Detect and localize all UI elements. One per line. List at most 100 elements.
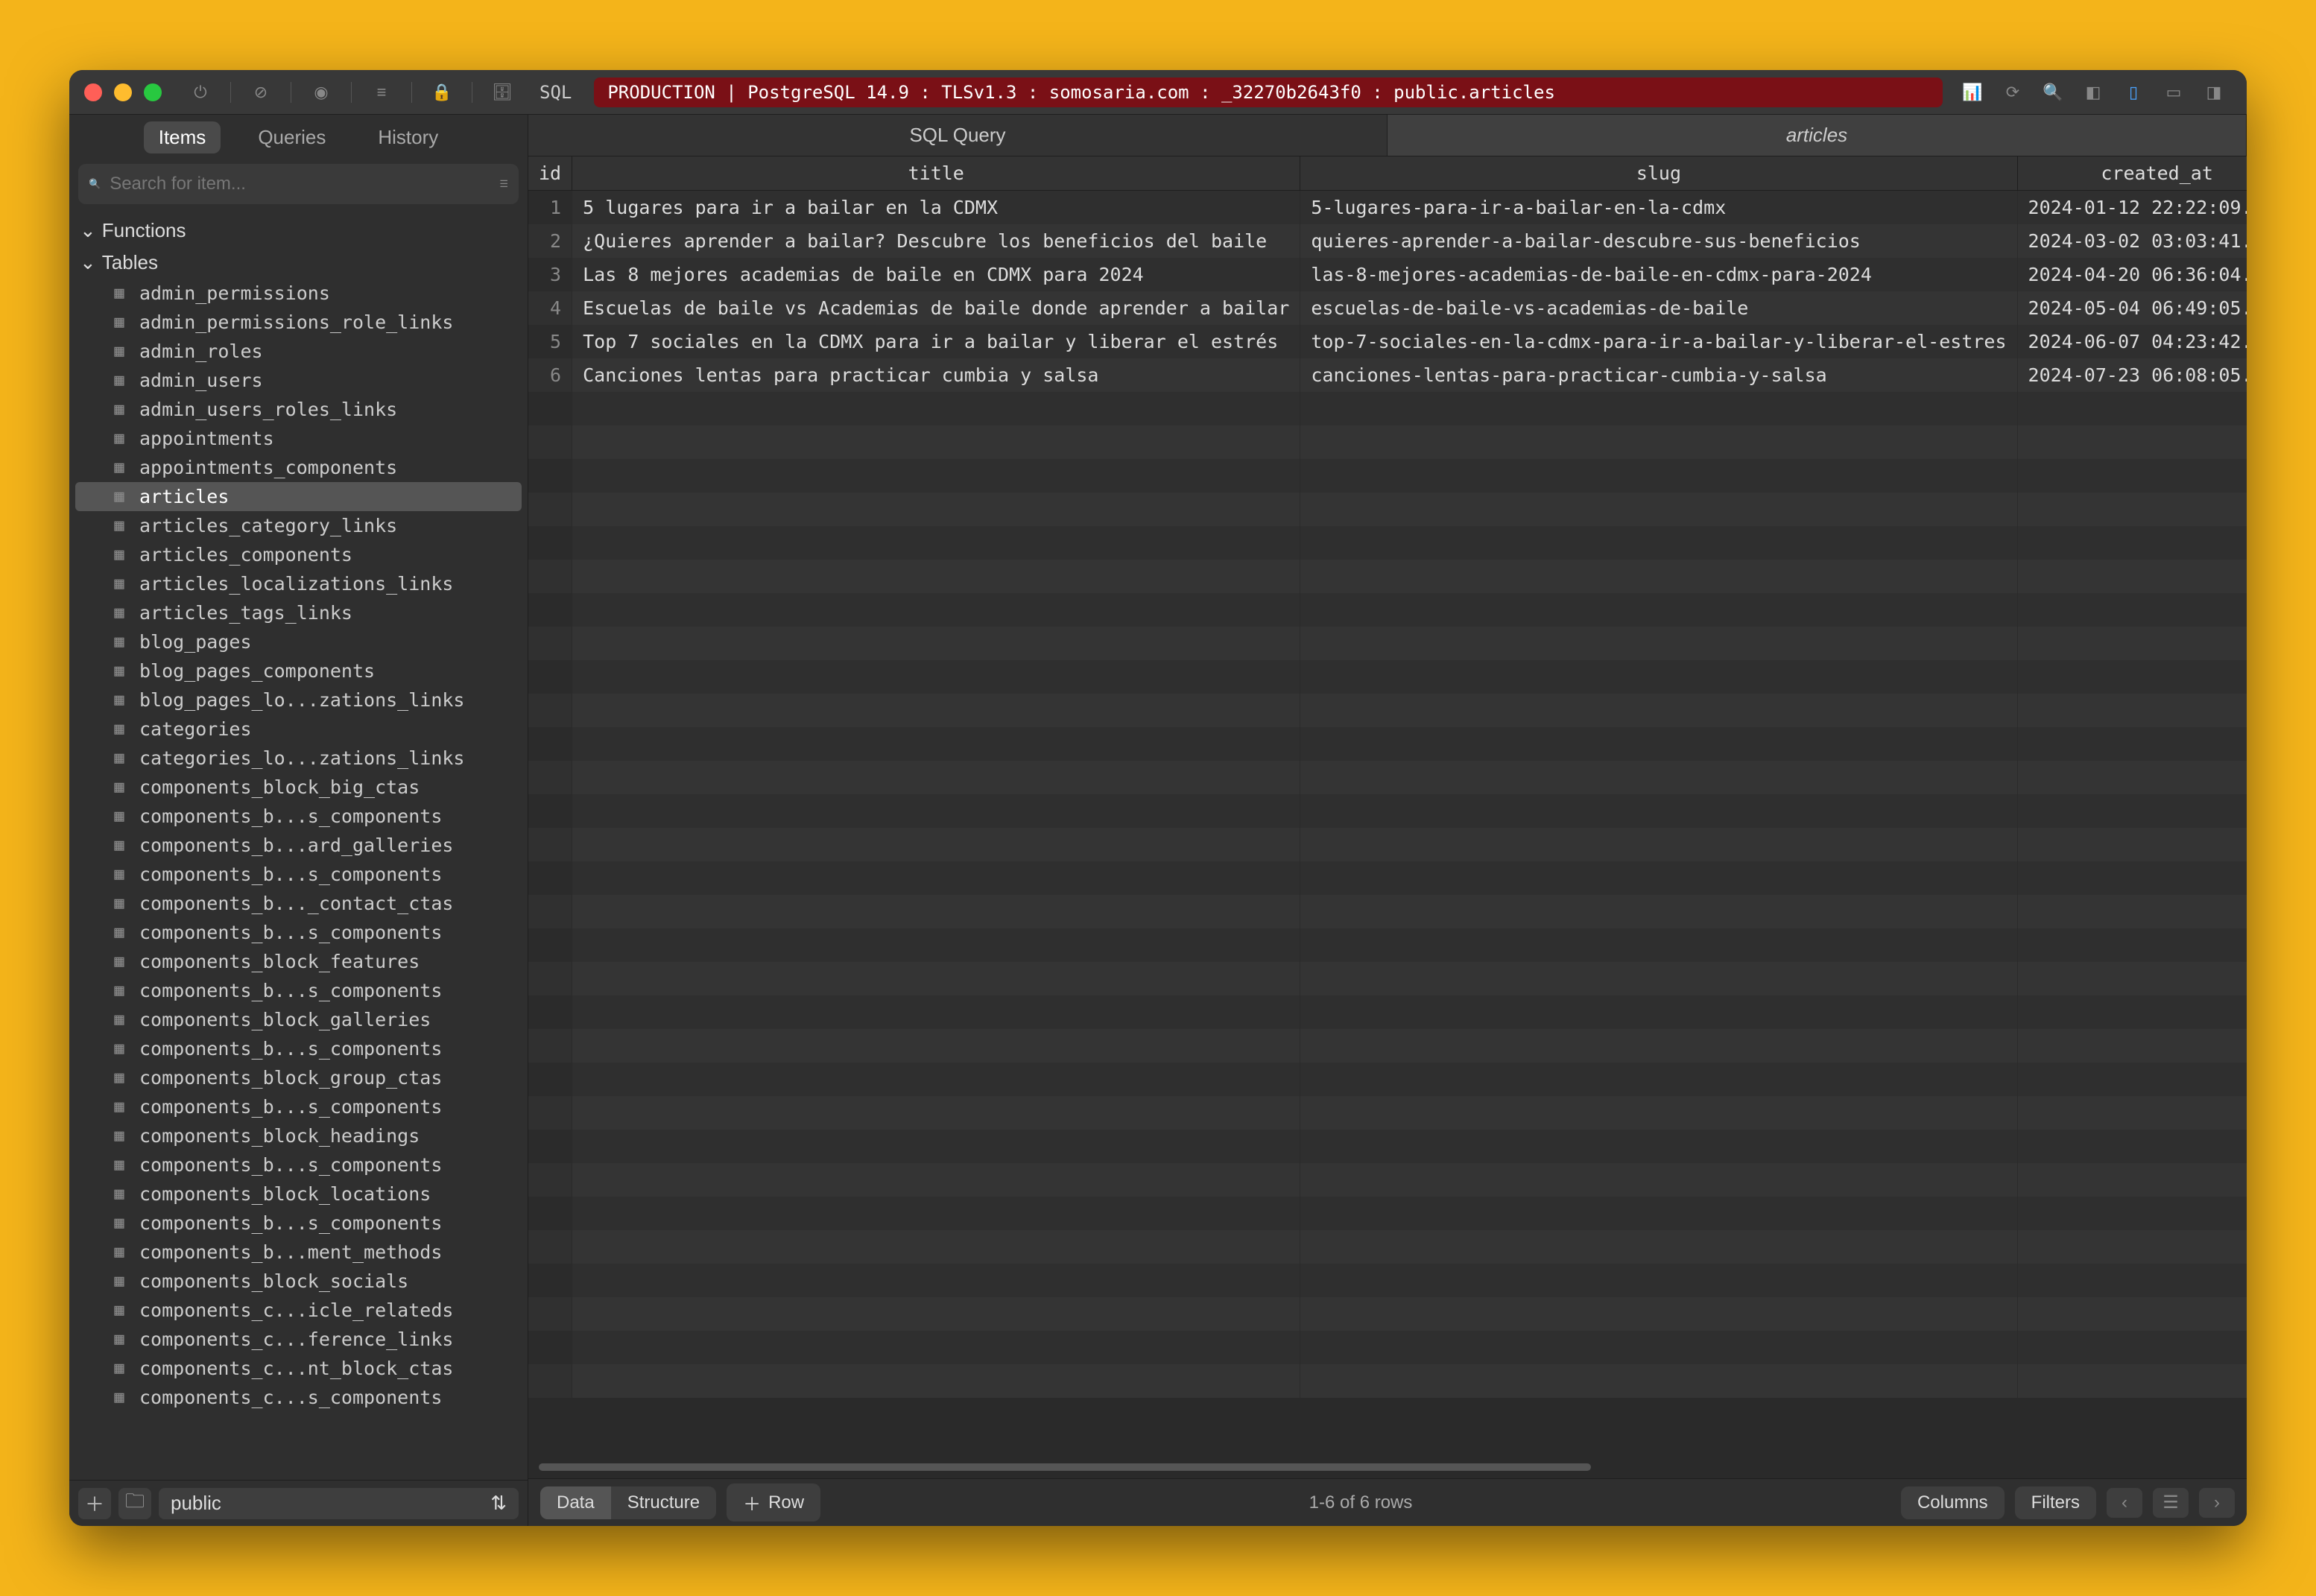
tree-section-tables[interactable]: ⌄ Tables <box>69 247 528 279</box>
refresh-icon[interactable]: ⟳ <box>1995 79 2031 106</box>
table-item[interactable]: ▦components_c...ference_links <box>69 1325 528 1354</box>
table-item[interactable]: ▦categories_lo...zations_links <box>69 744 528 773</box>
table-item[interactable]: ▦components_c...s_components <box>69 1383 528 1412</box>
cancel-icon[interactable]: ⊘ <box>243 79 279 106</box>
sql-badge[interactable]: SQL <box>529 79 582 106</box>
data-grid[interactable]: idtitleslugcreated_at 15 lugares para ir… <box>528 156 2247 1460</box>
column-header-created_at[interactable]: created_at <box>2017 156 2247 191</box>
column-header-id[interactable]: id <box>528 156 572 191</box>
add-row-button[interactable]: ＋ Row <box>727 1483 820 1521</box>
table-item[interactable]: ▦appointments <box>69 424 528 453</box>
table-item[interactable]: ▦components_b...s_components <box>69 918 528 947</box>
table-item[interactable]: ▦components_c...nt_block_ctas <box>69 1354 528 1383</box>
folder-icon[interactable]: 🗀 <box>118 1488 151 1519</box>
connection-banner[interactable]: PRODUCTION | PostgreSQL 14.9 : TLSv1.3 :… <box>594 77 1943 107</box>
cell-title[interactable]: Canciones lentas para practicar cumbia y… <box>572 358 1300 392</box>
table-item[interactable]: ▦components_b...ment_methods <box>69 1238 528 1267</box>
cell-created-at[interactable]: 2024-03-02 03:03:41.074 <box>2017 224 2247 258</box>
next-page-button[interactable]: › <box>2199 1488 2235 1518</box>
table-row[interactable]: 15 lugares para ir a bailar en la CDMX5-… <box>528 191 2247 225</box>
table-item[interactable]: ▦components_b...s_components <box>69 1209 528 1238</box>
cell-created-at[interactable]: 2024-04-20 06:36:04.602 <box>2017 258 2247 291</box>
table-item[interactable]: ▦components_b...ard_galleries <box>69 831 528 860</box>
search-input[interactable] <box>110 174 490 194</box>
cell-title[interactable]: Top 7 sociales en la CDMX para ir a bail… <box>572 325 1300 358</box>
sidebar-tab-items[interactable]: Items <box>144 121 221 153</box>
table-item[interactable]: ▦articles <box>75 482 522 511</box>
prev-page-button[interactable]: ‹ <box>2107 1488 2142 1518</box>
table-item[interactable]: ▦components_c...icle_relateds <box>69 1296 528 1325</box>
table-item[interactable]: ▦components_b...s_components <box>69 1150 528 1179</box>
cell-created-at[interactable]: 2024-01-12 22:22:09.746 <box>2017 191 2247 225</box>
panel-right-icon[interactable]: ◨ <box>2196 79 2232 106</box>
table-item[interactable]: ▦appointments_components <box>69 453 528 482</box>
table-item[interactable]: ▦admin_permissions <box>69 279 528 308</box>
table-item[interactable]: ▦components_b...s_components <box>69 802 528 831</box>
table-row[interactable]: 2¿Quieres aprender a bailar? Descubre lo… <box>528 224 2247 258</box>
table-item[interactable]: ▦admin_roles <box>69 337 528 366</box>
minimize-window-button[interactable] <box>114 83 132 101</box>
content-tab[interactable]: SQL Query <box>528 115 1388 156</box>
filters-button[interactable]: Filters <box>2015 1486 2096 1519</box>
page-settings-button[interactable]: ☰ <box>2153 1488 2189 1518</box>
table-item[interactable]: ▦blog_pages_components <box>69 656 528 685</box>
column-header-title[interactable]: title <box>572 156 1300 191</box>
table-item[interactable]: ▦categories <box>69 715 528 744</box>
content-tab[interactable]: articles <box>1388 115 2247 156</box>
sidebar-tab-queries[interactable]: Queries <box>243 121 341 153</box>
power-icon[interactable]: ⏻ <box>183 79 218 106</box>
table-row[interactable]: 6Canciones lentas para practicar cumbia … <box>528 358 2247 392</box>
table-item[interactable]: ▦components_b...s_components <box>69 1092 528 1121</box>
table-item[interactable]: ▦components_b...s_components <box>69 860 528 889</box>
cell-title[interactable]: 5 lugares para ir a bailar en la CDMX <box>572 191 1300 225</box>
panel-center-icon[interactable]: ▭ <box>2156 79 2192 106</box>
table-item[interactable]: ▦articles_category_links <box>69 511 528 540</box>
sidebar-tab-history[interactable]: History <box>363 121 453 153</box>
cell-created-at[interactable]: 2024-06-07 04:23:42.081 <box>2017 325 2247 358</box>
database-icon[interactable]: 🗄 <box>484 79 520 106</box>
table-item[interactable]: ▦articles_components <box>69 540 528 569</box>
table-item[interactable]: ▦articles_localizations_links <box>69 569 528 598</box>
table-item[interactable]: ▦components_block_socials <box>69 1267 528 1296</box>
table-item[interactable]: ▦components_block_galleries <box>69 1005 528 1034</box>
table-item[interactable]: ▦admin_users_roles_links <box>69 395 528 424</box>
cell-slug[interactable]: canciones-lentas-para-practicar-cumbia-y… <box>1300 358 2017 392</box>
view-mode-structure[interactable]: Structure <box>611 1486 716 1519</box>
table-item[interactable]: ▦admin_permissions_role_links <box>69 308 528 337</box>
zoom-window-button[interactable] <box>144 83 162 101</box>
column-header-slug[interactable]: slug <box>1300 156 2017 191</box>
cell-slug[interactable]: top-7-sociales-en-la-cdmx-para-ir-a-bail… <box>1300 325 2017 358</box>
table-item[interactable]: ▦blog_pages_lo...zations_links <box>69 685 528 715</box>
table-item[interactable]: ▦admin_users <box>69 366 528 395</box>
cell-title[interactable]: Las 8 mejores academias de baile en CDMX… <box>572 258 1300 291</box>
search-icon[interactable]: 🔍 <box>2035 79 2071 106</box>
cell-created-at[interactable]: 2024-05-04 06:49:05.714 <box>2017 291 2247 325</box>
view-mode-data[interactable]: Data <box>540 1486 611 1519</box>
table-item[interactable]: ▦articles_tags_links <box>69 598 528 627</box>
chart-icon[interactable]: 📊 <box>1955 79 1990 106</box>
list-icon[interactable]: ≡ <box>364 79 399 106</box>
cell-slug[interactable]: escuelas-de-baile-vs-academias-de-baile <box>1300 291 2017 325</box>
table-item[interactable]: ▦components_b...s_components <box>69 976 528 1005</box>
table-row[interactable]: 3Las 8 mejores academias de baile en CDM… <box>528 258 2247 291</box>
table-row[interactable]: 4Escuelas de baile vs Academias de baile… <box>528 291 2247 325</box>
cell-created-at[interactable]: 2024-07-23 06:08:05.134 <box>2017 358 2247 392</box>
tree-section-functions[interactable]: ⌄ Functions <box>69 215 528 247</box>
cell-slug[interactable]: quieres-aprender-a-bailar-descubre-sus-b… <box>1300 224 2017 258</box>
cell-slug[interactable]: las-8-mejores-academias-de-baile-en-cdmx… <box>1300 258 2017 291</box>
add-button[interactable]: ＋ <box>78 1488 111 1519</box>
close-window-button[interactable] <box>84 83 102 101</box>
panel-bottom-icon[interactable]: ▯ <box>2116 79 2151 106</box>
table-item[interactable]: ▦components_block_locations <box>69 1179 528 1209</box>
table-item[interactable]: ▦components_b...s_components <box>69 1034 528 1063</box>
table-item[interactable]: ▦components_block_features <box>69 947 528 976</box>
filter-settings-icon[interactable]: ☰ <box>499 178 508 190</box>
cell-slug[interactable]: 5-lugares-para-ir-a-bailar-en-la-cdmx <box>1300 191 2017 225</box>
horizontal-scrollbar[interactable] <box>539 1460 2236 1474</box>
columns-button[interactable]: Columns <box>1901 1486 2005 1519</box>
cell-title[interactable]: Escuelas de baile vs Academias de baile … <box>572 291 1300 325</box>
cell-title[interactable]: ¿Quieres aprender a bailar? Descubre los… <box>572 224 1300 258</box>
table-item[interactable]: ▦components_block_headings <box>69 1121 528 1150</box>
lock-icon[interactable]: 🔒 <box>424 79 460 106</box>
schema-select[interactable]: public ⇅ <box>159 1488 519 1519</box>
